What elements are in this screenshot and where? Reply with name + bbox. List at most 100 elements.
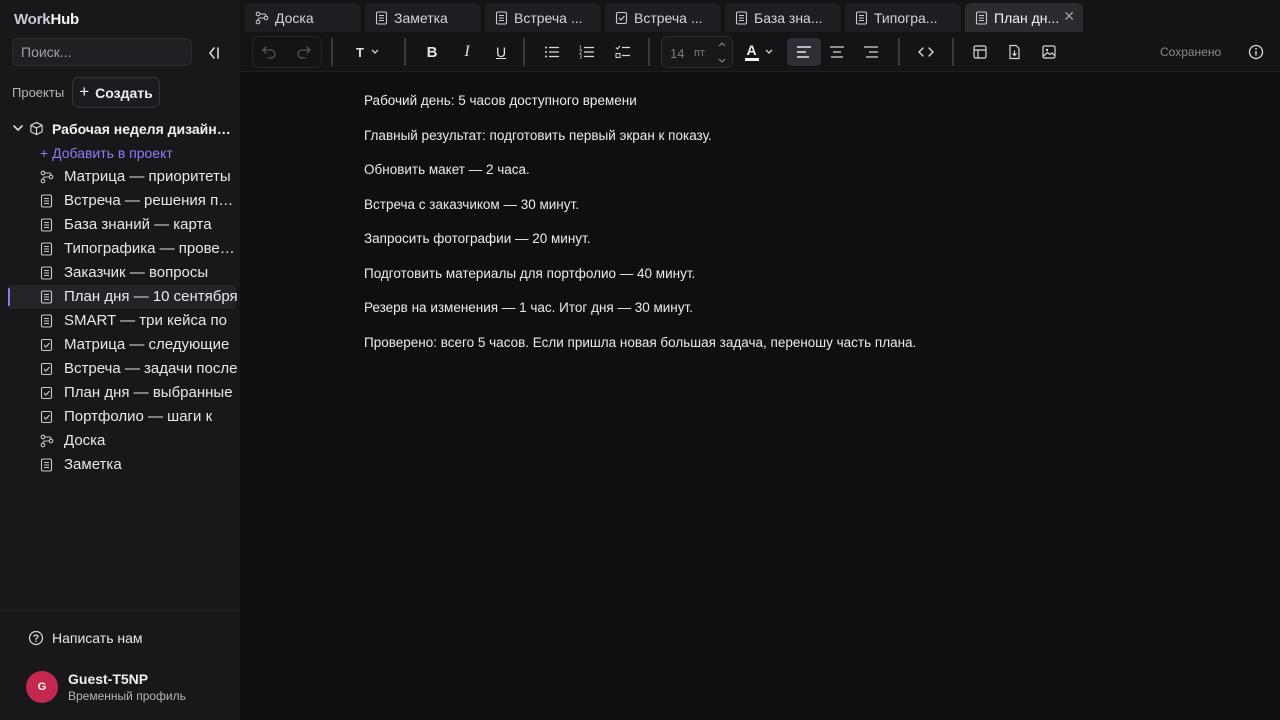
plus-icon: + — [79, 81, 90, 101]
info-button[interactable] — [1244, 38, 1268, 66]
task-icon — [40, 410, 53, 429]
task-icon — [40, 386, 53, 405]
image-icon — [1042, 45, 1056, 59]
table-button[interactable] — [968, 38, 992, 66]
align-right-button[interactable] — [858, 38, 884, 66]
sidebar-item-label: Встреча — решения по проекту — [64, 192, 238, 209]
project-row[interactable]: Рабочая неделя дизайнера — [0, 117, 240, 141]
paragraph[interactable]: Запросить фотографии — 20 минут. — [364, 231, 1244, 266]
sidebar-item[interactable]: SMART — три кейса по — [0, 309, 240, 333]
contact-link[interactable]: Написать нам — [28, 630, 143, 646]
avatar[interactable]: G — [26, 671, 58, 703]
sidebar-item[interactable]: План дня — 10 сентября — [8, 285, 238, 309]
sidebar-footer: Написать нам G Guest-T5NP Временный проф… — [0, 610, 240, 720]
paragraph[interactable]: Подготовить материалы для портфолио — 40… — [364, 266, 1244, 301]
align-center-icon — [830, 46, 844, 58]
search-input[interactable] — [12, 38, 192, 66]
sidebar-item[interactable]: Матрица — приоритеты — [0, 165, 240, 189]
chevron-up-icon[interactable] — [717, 40, 727, 50]
paragraph[interactable]: Встреча с заказчиком — 30 минут. — [364, 197, 1244, 232]
numbered-list-icon: 123 — [579, 46, 594, 59]
undo-button[interactable] — [254, 38, 284, 66]
sidebar-item[interactable]: Типографика — проверка — [0, 237, 240, 261]
note-icon — [735, 10, 748, 25]
collapse-sidebar-button[interactable] — [205, 44, 225, 62]
italic-button[interactable]: I — [455, 38, 479, 66]
align-left-button[interactable] — [787, 38, 821, 66]
bold-button[interactable]: B — [420, 38, 444, 66]
paragraph[interactable]: Обновить макет — 2 часа. — [364, 162, 1244, 197]
file-download-icon — [1009, 44, 1020, 60]
add-to-project-link[interactable]: + Добавить в проект — [40, 145, 173, 161]
sidebar-item-label: Доска — [64, 432, 106, 449]
editor-tab[interactable]: Встреча ... — [485, 3, 601, 32]
numbered-list-button[interactable]: 123 — [575, 38, 599, 66]
sidebar-item[interactable]: Заметка — [0, 453, 240, 477]
sidebar-item[interactable]: Матрица — следующие — [0, 333, 240, 357]
bullet-list-button[interactable] — [540, 38, 564, 66]
editor-tab[interactable]: План дн... ✕ — [965, 3, 1083, 32]
info-icon — [1248, 44, 1264, 60]
tab-label: План дн... — [994, 9, 1060, 26]
toolbar-separator — [523, 38, 525, 66]
editor-tab[interactable]: Доска — [245, 3, 361, 32]
align-left-icon — [797, 46, 811, 58]
tab-label: База зна... — [754, 9, 823, 26]
task-icon — [40, 362, 53, 381]
sidebar-item[interactable]: Встреча — решения по проекту — [0, 189, 240, 213]
sidebar-item-label: Типографика — проверка — [64, 240, 238, 257]
sidebar-item-label: SMART — три кейса по — [64, 312, 227, 329]
editor-tab[interactable]: Заметка — [365, 3, 481, 32]
code-icon — [918, 47, 934, 57]
redo-button[interactable] — [289, 38, 319, 66]
bold-icon: B — [426, 43, 438, 61]
text-color-dropdown[interactable]: A — [741, 38, 777, 66]
note-icon — [40, 266, 53, 285]
align-center-button[interactable] — [824, 38, 850, 66]
sidebar-item-label: План дня — выбранные — [64, 384, 233, 401]
editor-tab[interactable]: Типогра... — [845, 3, 961, 32]
app-logo[interactable]: WorkHub — [14, 11, 79, 28]
create-button[interactable]: + Создать — [72, 77, 160, 108]
code-button[interactable] — [913, 38, 939, 66]
tab-label: Встреча ... — [634, 9, 703, 26]
note-icon — [40, 314, 53, 333]
collapse-icon — [208, 47, 219, 59]
tab-label: Заметка — [394, 9, 448, 26]
checklist-button[interactable] — [611, 38, 635, 66]
chevron-down-icon[interactable] — [717, 55, 727, 65]
close-icon[interactable]: ✕ — [1063, 8, 1075, 25]
editor-tab[interactable]: База зна... — [725, 3, 841, 32]
paragraph[interactable]: Рабочий день: 5 часов доступного времени — [364, 93, 1244, 128]
paragraph[interactable]: Главный результат: подготовить первый эк… — [364, 128, 1244, 163]
paragraph[interactable]: Проверено: всего 5 часов. Если пришла но… — [364, 335, 1244, 370]
sidebar-item[interactable]: Доска — [0, 429, 240, 453]
note-icon — [495, 10, 508, 25]
image-button[interactable] — [1037, 38, 1061, 66]
sidebar-item[interactable]: Встреча — задачи после — [0, 357, 240, 381]
chevron-down-icon — [371, 49, 379, 54]
sidebar-item[interactable]: План дня — выбранные — [0, 381, 240, 405]
sidebar-item[interactable]: Портфолио — шаги к — [0, 405, 240, 429]
sidebar-item[interactable]: Заказчик — вопросы — [0, 261, 240, 285]
file-import-button[interactable] — [1002, 38, 1026, 66]
sidebar-item[interactable]: База знаний — карта — [0, 213, 240, 237]
toolbar-separator — [404, 38, 406, 66]
editor-toolbar: T B I U 123 14 пт A Сохранено — [240, 32, 1280, 72]
sidebar-items: Матрица — приоритеты Встреча — решения по… — [0, 165, 240, 477]
chevron-down-icon[interactable] — [12, 122, 24, 134]
sidebar-item-label: Встреча — задачи после — [64, 360, 238, 377]
note-icon — [40, 458, 53, 477]
tab-label: Типогра... — [874, 9, 938, 26]
note-icon — [40, 242, 53, 261]
underline-button[interactable]: U — [489, 38, 513, 66]
text-style-dropdown[interactable]: T — [348, 38, 388, 66]
bullet-list-icon — [545, 46, 559, 58]
document-body[interactable]: Рабочий день: 5 часов доступного времени… — [364, 93, 1244, 369]
editor-tab[interactable]: Встреча ... — [605, 3, 721, 32]
task-icon — [40, 338, 53, 357]
note-icon — [855, 10, 868, 25]
paragraph[interactable]: Резерв на изменения — 1 час. Итог дня — … — [364, 300, 1244, 335]
task-icon — [615, 11, 628, 25]
font-size-stepper[interactable]: 14 пт — [661, 36, 733, 68]
